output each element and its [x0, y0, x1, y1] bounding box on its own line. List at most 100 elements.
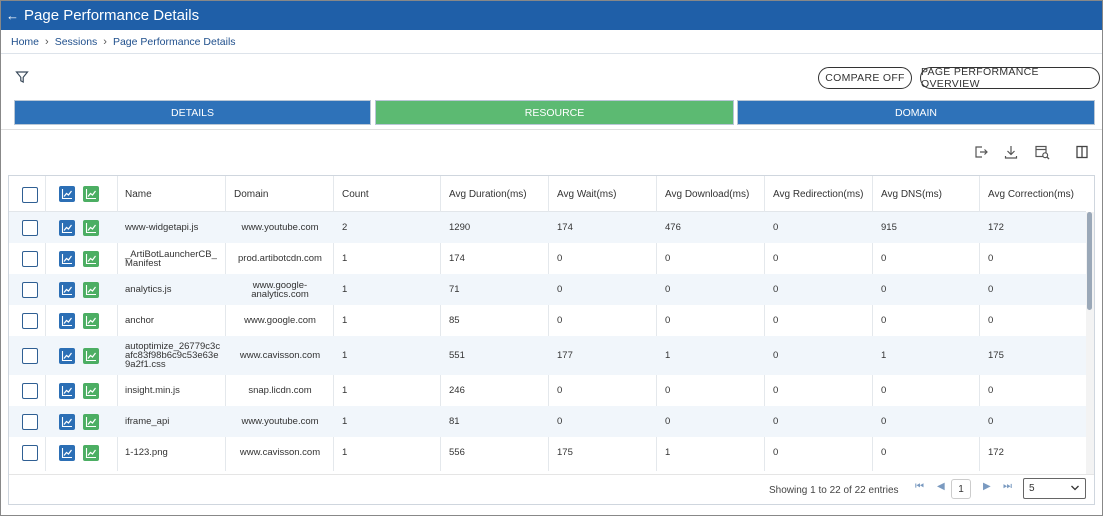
cell-avg-redirection: 0	[773, 350, 779, 361]
trend-icon	[85, 416, 96, 427]
filter-icon[interactable]	[15, 70, 29, 84]
back-arrow-icon[interactable]: ←	[6, 8, 24, 23]
chevron-down-icon	[1071, 485, 1079, 491]
table-row[interactable]: iframe_api www.youtube.com 1 81 0 0 0 0 0	[9, 406, 1086, 437]
table-row[interactable]: anchor www.google.com 1 85 0 0 0 0 0	[9, 305, 1086, 336]
row-checkbox[interactable]	[22, 413, 38, 430]
chart-icon[interactable]	[59, 312, 75, 329]
cell-name: analytics.js	[125, 284, 172, 295]
row-checkbox[interactable]	[22, 219, 38, 236]
trend-icon	[85, 385, 96, 396]
cell-avg-download: 0	[665, 315, 671, 326]
previous-page-icon[interactable]: ◀	[937, 481, 945, 492]
cell-avg-redirection: 0	[773, 253, 779, 264]
chevron-right-icon: ›	[45, 36, 49, 48]
chart-icon[interactable]	[59, 444, 75, 461]
breadcrumb-home[interactable]: Home	[11, 36, 39, 48]
cell-domain: www.google- analytics.com	[251, 279, 309, 300]
trend-icon[interactable]	[83, 250, 99, 267]
trend-icon[interactable]	[83, 186, 99, 202]
cell-name: www-widgetapi.js	[125, 222, 199, 233]
cell-name: _ArtiBotLauncherCB_ Manifest	[125, 248, 217, 269]
table-row[interactable]: _ArtiBotLauncherCB_ Manifest prod.artibot…	[9, 243, 1086, 274]
column-header-name[interactable]: Name	[117, 176, 225, 212]
cell-domain: www.youtube.com	[241, 222, 319, 233]
chart-icon[interactable]	[59, 186, 75, 202]
trend-icon[interactable]	[83, 347, 99, 364]
breadcrumb-sessions[interactable]: Sessions	[55, 36, 98, 48]
cell-avg-redirection: 0	[773, 222, 779, 233]
column-header-count[interactable]: Count	[334, 176, 440, 212]
column-header-avg-duration[interactable]: Avg Duration(ms)	[441, 176, 549, 212]
cell-avg-wait: 0	[557, 385, 563, 396]
column-header-avg-download[interactable]: Avg Download(ms)	[657, 176, 765, 212]
cell-avg-wait: 0	[557, 284, 563, 295]
trend-icon[interactable]	[83, 382, 99, 399]
trend-icon[interactable]	[83, 281, 99, 298]
cell-avg-wait: 0	[557, 253, 563, 264]
table-search-icon[interactable]	[1034, 144, 1050, 160]
page-performance-overview-button[interactable]: PAGE PERFORMANCE OVERVIEW	[920, 66, 1100, 90]
column-header-domain[interactable]: Domain	[226, 176, 334, 212]
tab-domain[interactable]: DOMAIN	[737, 100, 1095, 125]
next-page-icon[interactable]: ▶	[983, 481, 991, 492]
table-row[interactable]: www-widgetapi.js www.youtube.com 2 1290 174 4…	[9, 212, 1086, 243]
row-checkbox[interactable]	[22, 444, 38, 461]
cell-avg-duration: 174	[449, 253, 465, 264]
chart-icon[interactable]	[59, 382, 75, 399]
trend-icon[interactable]	[83, 413, 99, 430]
select-all-checkbox[interactable]	[22, 187, 38, 203]
current-page-button[interactable]: 1	[951, 479, 971, 499]
trend-icon[interactable]	[83, 219, 99, 236]
cell-avg-duration: 1290	[449, 222, 471, 233]
column-header-avg-correction[interactable]: Avg Correction(ms)	[980, 176, 1086, 212]
tab-resource[interactable]: RESOURCE	[375, 100, 734, 125]
chart-icon[interactable]	[59, 250, 75, 267]
column-header-avg-dns[interactable]: Avg DNS(ms)	[873, 176, 979, 212]
scrollbar-thumb[interactable]	[1087, 212, 1092, 310]
chart-icon[interactable]	[59, 413, 75, 430]
cell-avg-dns: 1	[881, 350, 887, 361]
table-row[interactable]: autoptimize_26779c3c afc83f98b6c9c53e63e…	[9, 336, 1086, 375]
chart-icon[interactable]	[59, 219, 75, 236]
column-header-avg-redirection[interactable]: Avg Redirection(ms)	[765, 176, 873, 212]
trend-icon[interactable]	[83, 444, 99, 461]
cell-avg-duration: 71	[449, 284, 460, 295]
cell-avg-dns: 0	[881, 253, 887, 264]
trend-icon[interactable]	[83, 312, 99, 329]
cell-avg-download: 0	[665, 416, 671, 427]
page-title: Page Performance Details	[24, 7, 200, 24]
cell-count: 1	[342, 350, 348, 361]
cell-avg-duration: 246	[449, 385, 465, 396]
tab-details[interactable]: DETAILS	[14, 100, 371, 125]
chart-icon	[61, 253, 72, 264]
cell-avg-wait: 175	[557, 447, 573, 458]
cell-avg-redirection: 0	[773, 315, 779, 326]
chart-icon[interactable]	[59, 281, 75, 298]
cell-avg-dns: 0	[881, 284, 887, 295]
export-icon[interactable]	[973, 144, 989, 160]
compare-off-button[interactable]: COMPARE OFF	[818, 67, 912, 89]
cell-domain: www.google.com	[244, 315, 316, 326]
page-size-select[interactable]: 5	[1023, 478, 1086, 499]
table-row[interactable]: 1-123.png www.cavisson.com 1 556 175 1 0 0 172	[9, 437, 1086, 468]
first-page-icon[interactable]: ⏮	[915, 481, 924, 492]
row-checkbox[interactable]	[22, 347, 38, 364]
cell-avg-duration: 81	[449, 416, 460, 427]
row-checkbox[interactable]	[22, 250, 38, 267]
vertical-scrollbar[interactable]	[1086, 212, 1094, 474]
table-row[interactable]: analytics.js www.google- analytics.com 1 71…	[9, 274, 1086, 305]
row-checkbox[interactable]	[22, 281, 38, 298]
column-header-avg-wait[interactable]: Avg Wait(ms)	[549, 176, 657, 212]
row-checkbox[interactable]	[22, 382, 38, 399]
table-row[interactable]: insight.min.js snap.licdn.com 1 246 0 0 0 0 0	[9, 375, 1086, 406]
cell-name: anchor	[125, 315, 155, 326]
last-page-icon[interactable]: ⏭	[1003, 481, 1012, 492]
chart-icon[interactable]	[59, 347, 75, 364]
cell-avg-correction: 172	[988, 447, 1004, 458]
chart-icon	[61, 350, 72, 361]
download-icon[interactable]	[1003, 144, 1019, 160]
columns-icon[interactable]	[1074, 144, 1090, 160]
row-checkbox[interactable]	[22, 312, 38, 329]
cell-domain: www.cavisson.com	[239, 350, 321, 361]
